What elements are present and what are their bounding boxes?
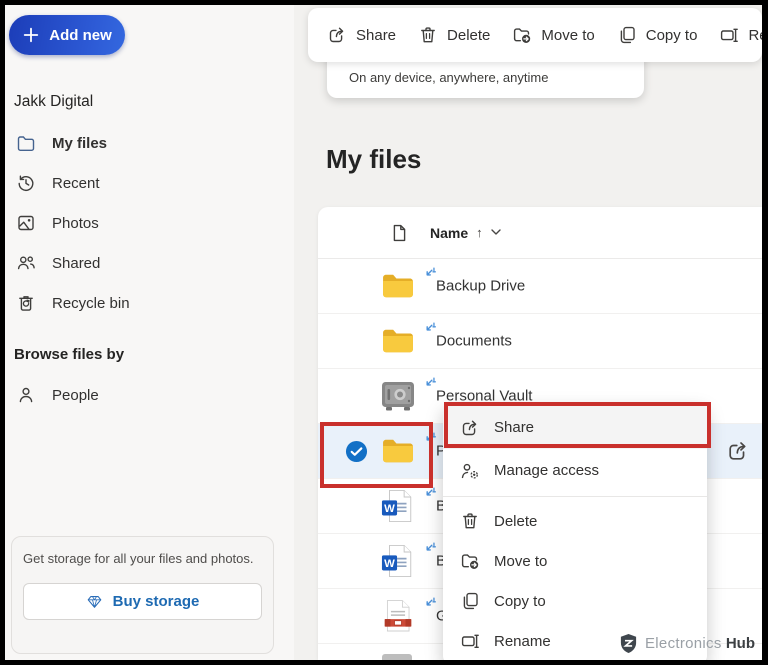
storage-message: Get storage for all your files and photo… [23,551,262,566]
toolbar-delete-button[interactable]: Delete [418,25,490,45]
shortcut-sparkle-icon [423,267,436,280]
shortcut-sparkle-icon [423,377,436,390]
sidebar-item-label: Recycle bin [52,295,130,312]
file-type-column-icon [389,223,409,243]
toolbar-rename-button[interactable]: Rename [719,25,762,45]
buy-storage-button[interactable]: Buy storage [23,583,262,620]
electronics-hub-watermark: Electronics Hub [619,633,755,654]
move-to-folder-icon [460,551,480,571]
shortcut-sparkle-icon [423,487,436,500]
storage-promo-box: Get storage for all your files and photo… [11,536,274,654]
sidebar-item-recent[interactable]: Recent [5,163,294,203]
personal-vault-icon [380,381,416,411]
sidebar-item-label: People [52,387,99,404]
sidebar-item-recycle-bin[interactable]: Recycle bin [5,283,294,323]
toolbar-share-label: Share [356,27,396,44]
history-clock-icon [16,173,36,193]
plus-icon [22,26,40,44]
toolbar-copy-to-label: Copy to [646,27,698,44]
toolbar-share-button[interactable]: Share [327,25,396,45]
share-icon [327,25,347,45]
context-menu-copy-to-label: Copy to [494,593,546,610]
chevron-down-icon [491,229,501,236]
trash-icon [418,25,438,45]
context-menu-manage-access-label: Manage access [494,462,599,479]
sidebar: Add new Jakk Digital My files Recent Pho… [5,5,294,660]
annotation-box-selected-row [320,422,433,488]
context-menu-manage-access[interactable]: Manage access [443,449,707,492]
file-name: Documents [436,333,512,350]
generic-file-icon [383,598,413,634]
buy-storage-label: Buy storage [113,593,200,610]
sidebar-item-people[interactable]: People [5,375,294,415]
toolbar-move-to-label: Move to [541,27,594,44]
diamond-icon [86,593,103,610]
context-menu-copy-to[interactable]: Copy to [443,581,707,621]
context-menu-delete[interactable]: Delete [443,501,707,541]
account-name: Jakk Digital [14,93,93,111]
folder-icon [381,327,415,355]
row-share-icon[interactable] [726,439,750,463]
shield-logo-icon [619,633,638,654]
add-new-label: Add new [49,27,112,44]
toolbar-rename-label: Rename [748,27,762,44]
toolbar-move-to-button[interactable]: Move to [512,25,594,45]
rename-icon [460,631,480,651]
shortcut-sparkle-icon [423,322,436,335]
page-title: My files [326,144,421,175]
file-name: Backup Drive [436,278,525,295]
browse-files-by-heading: Browse files by [14,346,124,363]
sidebar-item-my-files[interactable]: My files [5,123,294,163]
copy-icon [460,591,480,611]
toolbar-copy-to-button[interactable]: Copy to [617,25,698,45]
word-document-icon [381,544,415,578]
sidebar-item-label: My files [52,135,107,152]
browse-nav: People [5,375,294,415]
folder-icon [381,272,415,300]
person-icon [16,385,36,405]
sidebar-item-label: Recent [52,175,100,192]
add-new-button[interactable]: Add new [9,15,125,55]
copy-icon [617,25,637,45]
context-menu-move-to-label: Move to [494,553,547,570]
watermark-brand-regular: Electronics [645,635,722,652]
toolbar-delete-label: Delete [447,27,490,44]
rename-icon [719,25,739,45]
sidebar-item-label: Shared [52,255,100,272]
file-row-backup-drive[interactable]: Backup Drive [318,259,762,314]
manage-access-icon [460,461,480,481]
watermark-brand-bold: Hub [726,635,755,652]
move-to-folder-icon [512,25,532,45]
context-menu-move-to[interactable]: Move to [443,541,707,581]
shortcut-sparkle-icon [423,542,436,555]
next-file-icon-peek [382,654,412,660]
folder-icon [16,133,36,153]
annotation-box-share-menu-item [444,402,711,448]
sidebar-item-photos[interactable]: Photos [5,203,294,243]
context-menu-rename-label: Rename [494,633,551,650]
sort-ascending-icon: ↑ [476,225,483,240]
sidebar-nav: My files Recent Photos Shared Recycle bi… [5,123,294,323]
sidebar-item-label: Photos [52,215,99,232]
file-list-header: Name ↑ [318,207,762,259]
name-column-header[interactable]: Name ↑ [430,225,501,241]
file-row-documents[interactable]: Documents [318,314,762,369]
sidebar-item-shared[interactable]: Shared [5,243,294,283]
trash-icon [460,511,480,531]
recycle-bin-icon [16,293,36,313]
onedrive-app-window: Add new Jakk Digital My files Recent Pho… [5,5,762,660]
word-document-icon [381,489,415,523]
shortcut-sparkle-icon [423,597,436,610]
people-icon [16,253,36,273]
context-menu-delete-label: Delete [494,513,537,530]
promo-card-text: On any device, anywhere, anytime [349,70,548,85]
context-menu-divider [443,496,707,497]
selection-toolbar: Share Delete Move to Copy to Rename [308,8,762,62]
name-column-label: Name [430,225,468,241]
photo-icon [16,213,36,233]
